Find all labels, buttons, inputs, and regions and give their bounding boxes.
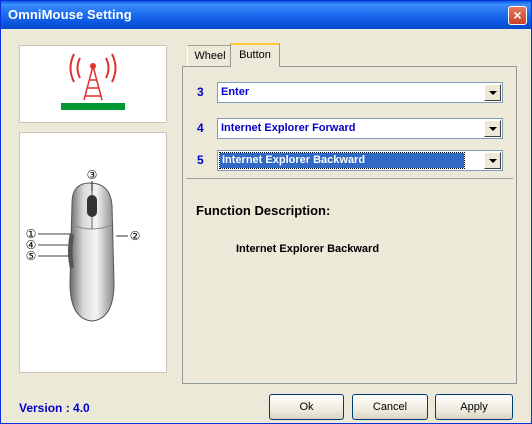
chevron-down-icon[interactable] [484, 120, 501, 137]
button-5-select[interactable]: Internet Explorer Backward [217, 150, 503, 171]
mouse-diagram-panel: ③ ① ② ④ ⑤ [19, 132, 167, 373]
chevron-down-icon[interactable] [484, 152, 501, 169]
close-icon[interactable]: × [513, 7, 521, 23]
button-4-value: Internet Explorer Forward [221, 122, 356, 134]
button-number-3: 3 [197, 85, 204, 99]
tab-button[interactable]: Button [230, 43, 280, 67]
ok-button[interactable]: Ok [269, 394, 344, 420]
button-3-select[interactable]: Enter [217, 82, 503, 103]
function-description-area: Function Description: Internet Explorer … [186, 178, 513, 382]
logo-panel [19, 45, 167, 123]
function-description-title: Function Description: [196, 203, 331, 218]
omnimouse-setting-window: OmniMouse Setting × ③ ① ② ④ ⑤ Wheel Butt… [0, 0, 532, 424]
button-4-select[interactable]: Internet Explorer Forward [217, 118, 503, 139]
version-label: Version : 4.0 [19, 401, 90, 415]
title-bar[interactable]: OmniMouse Setting × [1, 1, 531, 29]
apply-button[interactable]: Apply [435, 394, 513, 420]
function-description-text: Internet Explorer Backward [236, 243, 380, 255]
button-5-value: Internet Explorer Backward [219, 152, 465, 169]
mouse-illustration: ③ ① ② ④ ⑤ [26, 168, 141, 322]
button-number-4: 4 [197, 121, 204, 135]
mouse-label-5: ⑤ [26, 249, 37, 263]
mouse-label-3: ③ [87, 168, 98, 182]
window-title: OmniMouse Setting [8, 7, 132, 22]
wireless-tower-icon [61, 53, 125, 110]
chevron-down-icon[interactable] [484, 84, 501, 101]
cancel-button[interactable]: Cancel [352, 394, 428, 420]
mouse-label-2: ② [130, 229, 141, 243]
close-button[interactable]: × [508, 6, 527, 25]
button-number-5: 5 [197, 153, 204, 167]
button-tab-panel: 3 Enter 4 Internet Explorer Forward 5 In… [182, 66, 517, 384]
button-3-value: Enter [221, 86, 250, 98]
tab-wheel[interactable]: Wheel [187, 45, 232, 67]
